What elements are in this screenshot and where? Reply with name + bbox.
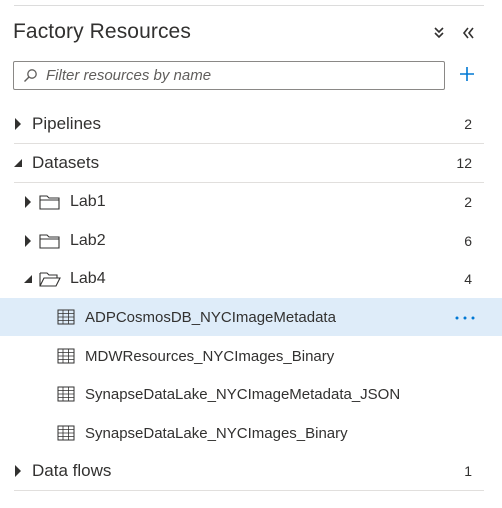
folder-count: 6 — [464, 233, 472, 249]
dataset-item[interactable]: MDWResources_NYCImages_Binary — [0, 337, 502, 375]
table-icon — [57, 386, 75, 402]
search-icon — [22, 68, 38, 84]
dataset-label: SynapseDataLake_NYCImages_Binary — [85, 424, 348, 442]
folder-lab1[interactable]: Lab1 2 — [0, 183, 502, 221]
category-divider — [14, 490, 484, 491]
double-chevron-down-icon — [432, 26, 446, 40]
dataset-item[interactable]: ADPCosmosDB_NYCImageMetadata — [0, 298, 502, 336]
folder-label: Lab2 — [70, 232, 106, 249]
folder-open-icon — [39, 271, 61, 287]
folder-label: Lab4 — [70, 270, 106, 287]
add-resource-button[interactable] — [456, 65, 478, 87]
factory-resources-pane: Factory Resources Filter resources by na… — [0, 0, 502, 508]
dataset-item[interactable]: SynapseDataLake_NYCImages_Binary — [0, 414, 502, 452]
category-label: Datasets — [32, 153, 100, 172]
category-count: 1 — [464, 463, 472, 479]
table-icon — [57, 425, 75, 441]
dataset-item[interactable]: SynapseDataLake_NYCImageMetadata_JSON — [0, 375, 502, 413]
dataset-label: MDWResources_NYCImages_Binary — [85, 347, 335, 365]
category-label: Data flows — [32, 461, 112, 480]
double-chevron-left-icon — [461, 26, 475, 40]
folder-icon — [39, 194, 61, 210]
collapse-all-button[interactable] — [428, 22, 450, 44]
more-actions-button[interactable] — [452, 307, 478, 327]
folder-count: 2 — [464, 194, 472, 210]
collapse-pane-button[interactable] — [457, 22, 479, 44]
caret-down-icon — [12, 156, 24, 170]
dataset-label: ADPCosmosDB_NYCImageMetadata — [85, 308, 336, 326]
ellipsis-icon — [454, 308, 476, 326]
plus-icon — [459, 66, 475, 87]
folder-count: 4 — [464, 271, 472, 287]
filter-resources-input[interactable] — [46, 67, 444, 84]
folder-lab2[interactable]: Lab2 6 — [0, 222, 502, 260]
filter-resources-box — [13, 61, 445, 90]
table-icon — [57, 309, 75, 325]
folder-label: Lab1 — [70, 193, 106, 210]
category-count: 12 — [456, 155, 472, 171]
folder-lab4[interactable]: Lab4 4 — [0, 260, 502, 298]
category-datasets[interactable]: Datasets 12 — [0, 144, 502, 182]
folder-icon — [39, 233, 61, 249]
caret-right-icon — [12, 117, 24, 131]
category-pipelines[interactable]: Pipelines 2 — [0, 105, 502, 143]
panel-title: Factory Resources — [13, 20, 191, 43]
top-divider — [14, 5, 484, 6]
caret-right-icon — [22, 234, 34, 248]
caret-right-icon — [12, 464, 24, 478]
dataset-label: SynapseDataLake_NYCImageMetadata_JSON — [85, 385, 401, 403]
table-icon — [57, 348, 75, 364]
caret-right-icon — [22, 195, 34, 209]
category-data-flows[interactable]: Data flows 1 — [0, 452, 502, 490]
category-count: 2 — [464, 116, 472, 132]
category-label: Pipelines — [32, 114, 101, 133]
caret-down-icon — [22, 272, 34, 286]
